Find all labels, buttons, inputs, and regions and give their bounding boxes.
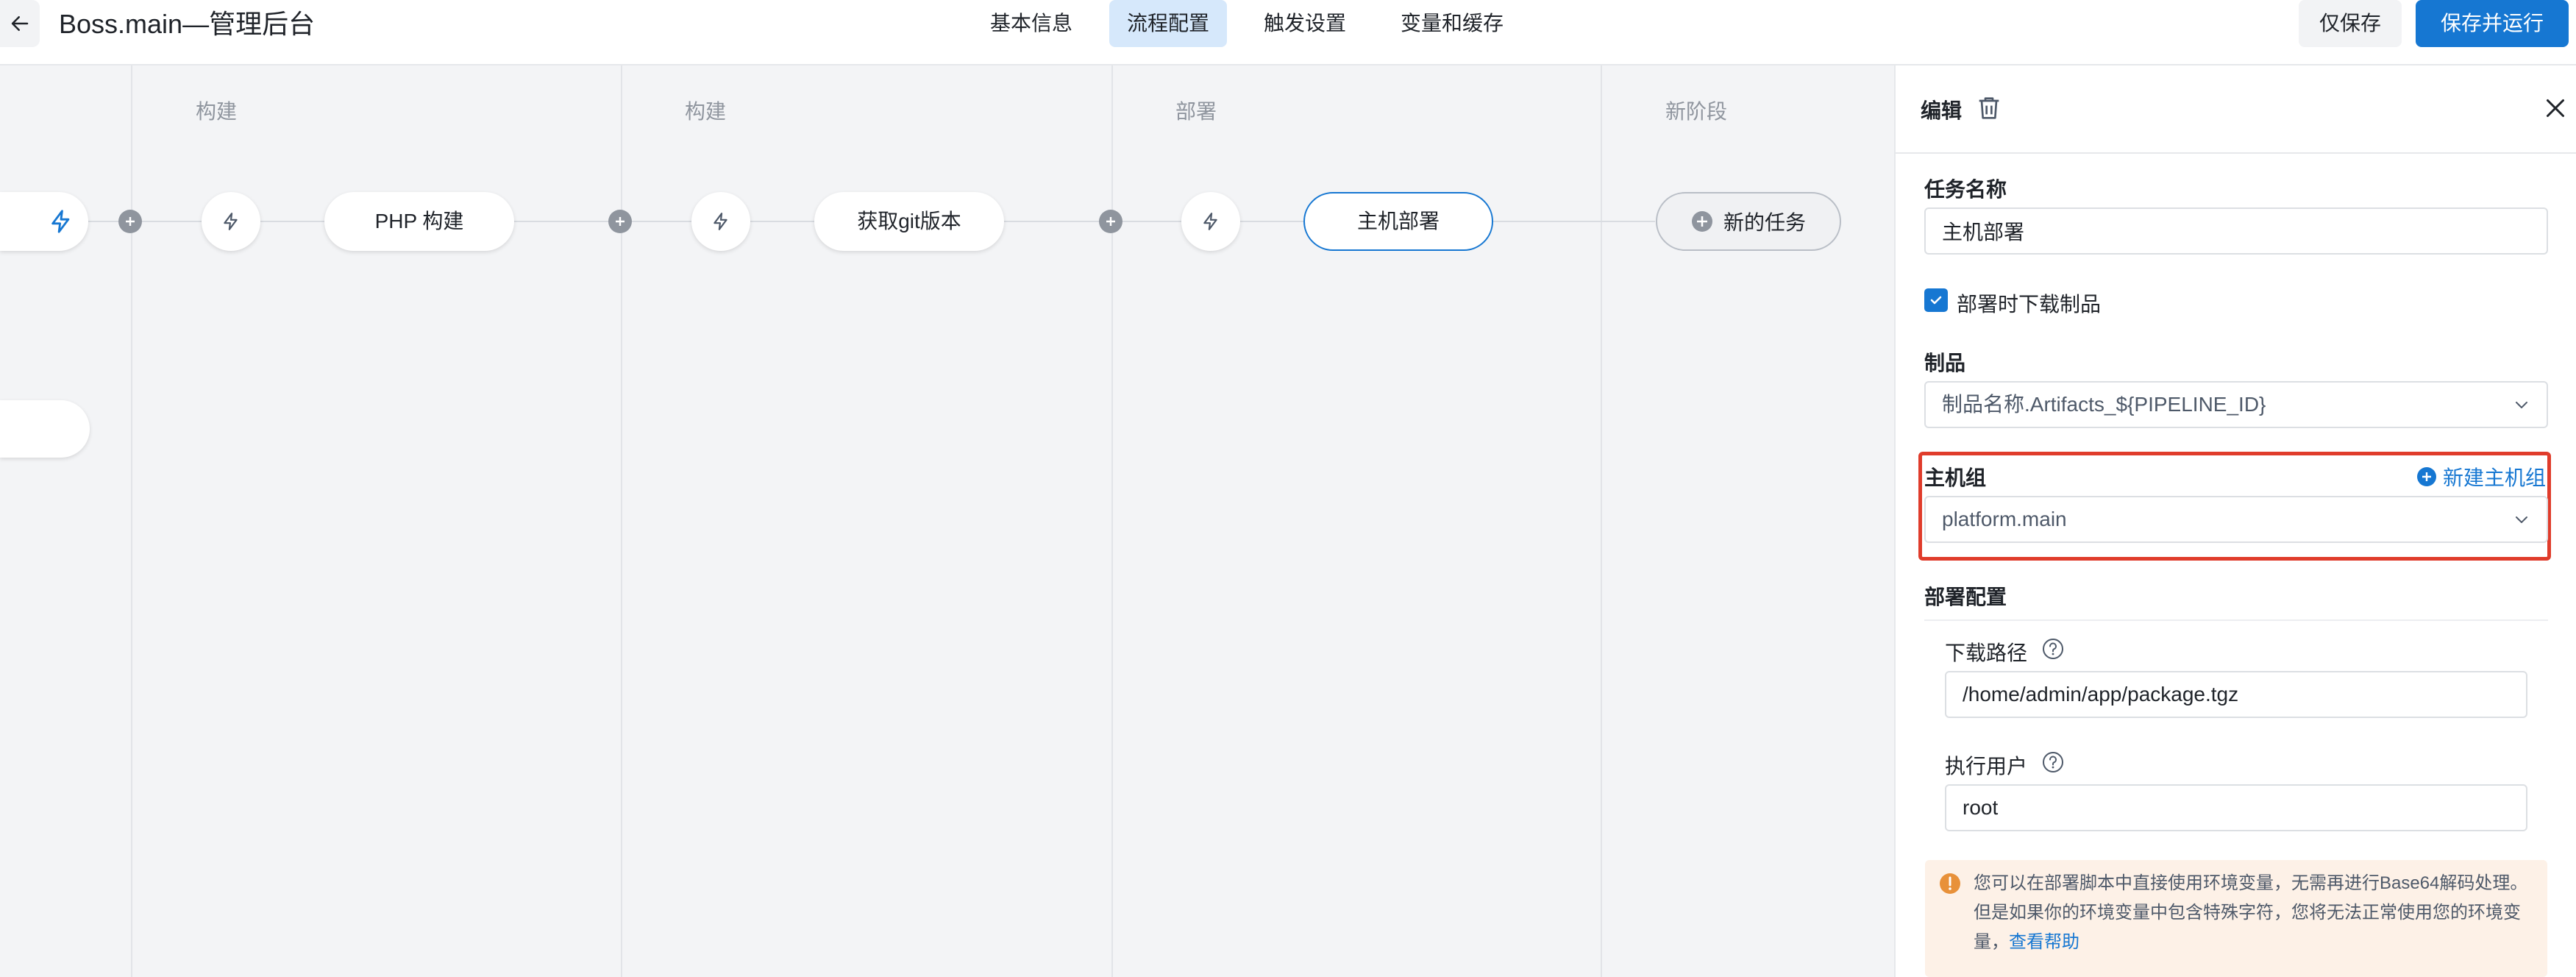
notice-text: 您可以在部署脚本中直接使用环境变量，无需再进行Base64解码处理。但是如果你的… xyxy=(1974,869,2533,957)
top-header: Boss.main—管理后台 基本信息 流程配置 触发设置 变量和缓存 仅保存 … xyxy=(0,0,2576,65)
plus-icon xyxy=(616,217,625,226)
download-artifact-checkbox[interactable] xyxy=(1924,288,1948,312)
close-icon[interactable] xyxy=(2542,95,2569,121)
exec-user-label: 执行用户 xyxy=(1945,755,2028,778)
tab-trigger-settings[interactable]: 触发设置 xyxy=(1246,0,1364,47)
lightning-icon xyxy=(224,213,238,230)
plus-icon xyxy=(1106,217,1115,226)
download-path-label: 下载路径 xyxy=(1945,642,2028,664)
lightning-icon xyxy=(51,210,70,233)
host-group-label: 主机组 xyxy=(1924,466,1987,489)
pipeline-canvas: 构建 构建 部署 新阶段 5 PHP 构建 获取git版本 主 xyxy=(0,65,1894,977)
question-circle-icon[interactable] xyxy=(2041,750,2065,774)
panel-header: 编辑 xyxy=(1896,65,2576,154)
view-help-link[interactable]: 查看帮助 xyxy=(2009,932,2079,952)
trash-icon[interactable] xyxy=(1974,93,2004,123)
plus-icon xyxy=(126,217,135,226)
section-divider xyxy=(1924,619,2548,621)
new-host-group-label: 新建主机组 xyxy=(2443,466,2547,489)
task-node-host-deploy[interactable]: 主机部署 xyxy=(1303,192,1493,251)
partial-task-node[interactable] xyxy=(0,192,88,251)
chevron-down-icon xyxy=(2516,516,2527,523)
lightning-icon xyxy=(1203,213,1217,230)
plus-circle-icon xyxy=(1691,211,1712,232)
question-circle-icon[interactable] xyxy=(2041,637,2065,661)
chevron-down-icon xyxy=(2516,402,2527,408)
panel-title: 编辑 xyxy=(1921,99,1963,122)
stage-divider xyxy=(1111,65,1113,977)
new-task-button[interactable]: 新的任务 xyxy=(1656,192,1841,251)
task-name-input[interactable] xyxy=(1924,207,2548,255)
save-only-button[interactable]: 仅保存 xyxy=(2299,0,2402,47)
tab-variables-cache[interactable]: 变量和缓存 xyxy=(1383,0,1521,47)
stage-label: 部署 xyxy=(1175,100,1217,123)
stage-divider xyxy=(621,65,622,977)
env-var-notice: 您可以在部署脚本中直接使用环境变量，无需再进行Base64解码处理。但是如果你的… xyxy=(1925,860,2547,977)
host-group-select[interactable]: platform.main xyxy=(1924,496,2548,543)
stage-divider xyxy=(1601,65,1602,977)
task-name-label: 任务名称 xyxy=(1924,178,2007,201)
stage-label: 构建 xyxy=(685,100,727,123)
trigger-node[interactable] xyxy=(691,192,750,251)
deploy-config-label: 部署配置 xyxy=(1924,586,2007,608)
stage-label: 新阶段 xyxy=(1665,100,1728,123)
check-icon xyxy=(1930,296,1942,305)
warning-icon xyxy=(1940,873,1960,894)
task-node-git-version[interactable]: 获取git版本 xyxy=(814,192,1004,251)
artifact-select[interactable]: 制品名称.Artifacts_${PIPELINE_ID} xyxy=(1924,381,2548,428)
download-path-input[interactable] xyxy=(1945,671,2527,718)
header-tabs: 基本信息 流程配置 触发设置 变量和缓存 xyxy=(972,0,1521,47)
lightning-icon xyxy=(714,213,727,230)
stage-label: 构建 xyxy=(196,100,238,123)
add-stage-button[interactable] xyxy=(608,210,632,233)
artifact-select-value: 制品名称.Artifacts_${PIPELINE_ID} xyxy=(1942,393,2266,416)
arrow-left-icon xyxy=(11,16,29,31)
tab-pipeline-config[interactable]: 流程配置 xyxy=(1109,0,1228,47)
task-node-php-build[interactable]: PHP 构建 xyxy=(324,192,514,251)
tab-basic-info[interactable]: 基本信息 xyxy=(972,0,1090,47)
trigger-node[interactable] xyxy=(202,192,260,251)
plus-circle-icon xyxy=(2417,467,2436,486)
add-stage-button[interactable] xyxy=(1099,210,1122,233)
download-artifact-label: 部署时下载制品 xyxy=(1957,293,2102,316)
new-host-group-button[interactable]: 新建主机组 xyxy=(2416,462,2546,491)
partial-node[interactable] xyxy=(0,400,90,458)
save-and-run-button[interactable]: 保存并运行 xyxy=(2416,0,2569,47)
back-button[interactable] xyxy=(0,0,40,47)
artifact-label: 制品 xyxy=(1924,352,1966,374)
exec-user-input[interactable] xyxy=(1945,784,2527,831)
trigger-node[interactable] xyxy=(1181,192,1240,251)
stage-divider xyxy=(131,65,132,977)
app-title: Boss.main—管理后台 xyxy=(59,9,316,39)
host-group-select-value: platform.main xyxy=(1942,508,2067,530)
add-stage-button[interactable] xyxy=(118,210,142,233)
new-task-label: 新的任务 xyxy=(1723,211,1806,234)
